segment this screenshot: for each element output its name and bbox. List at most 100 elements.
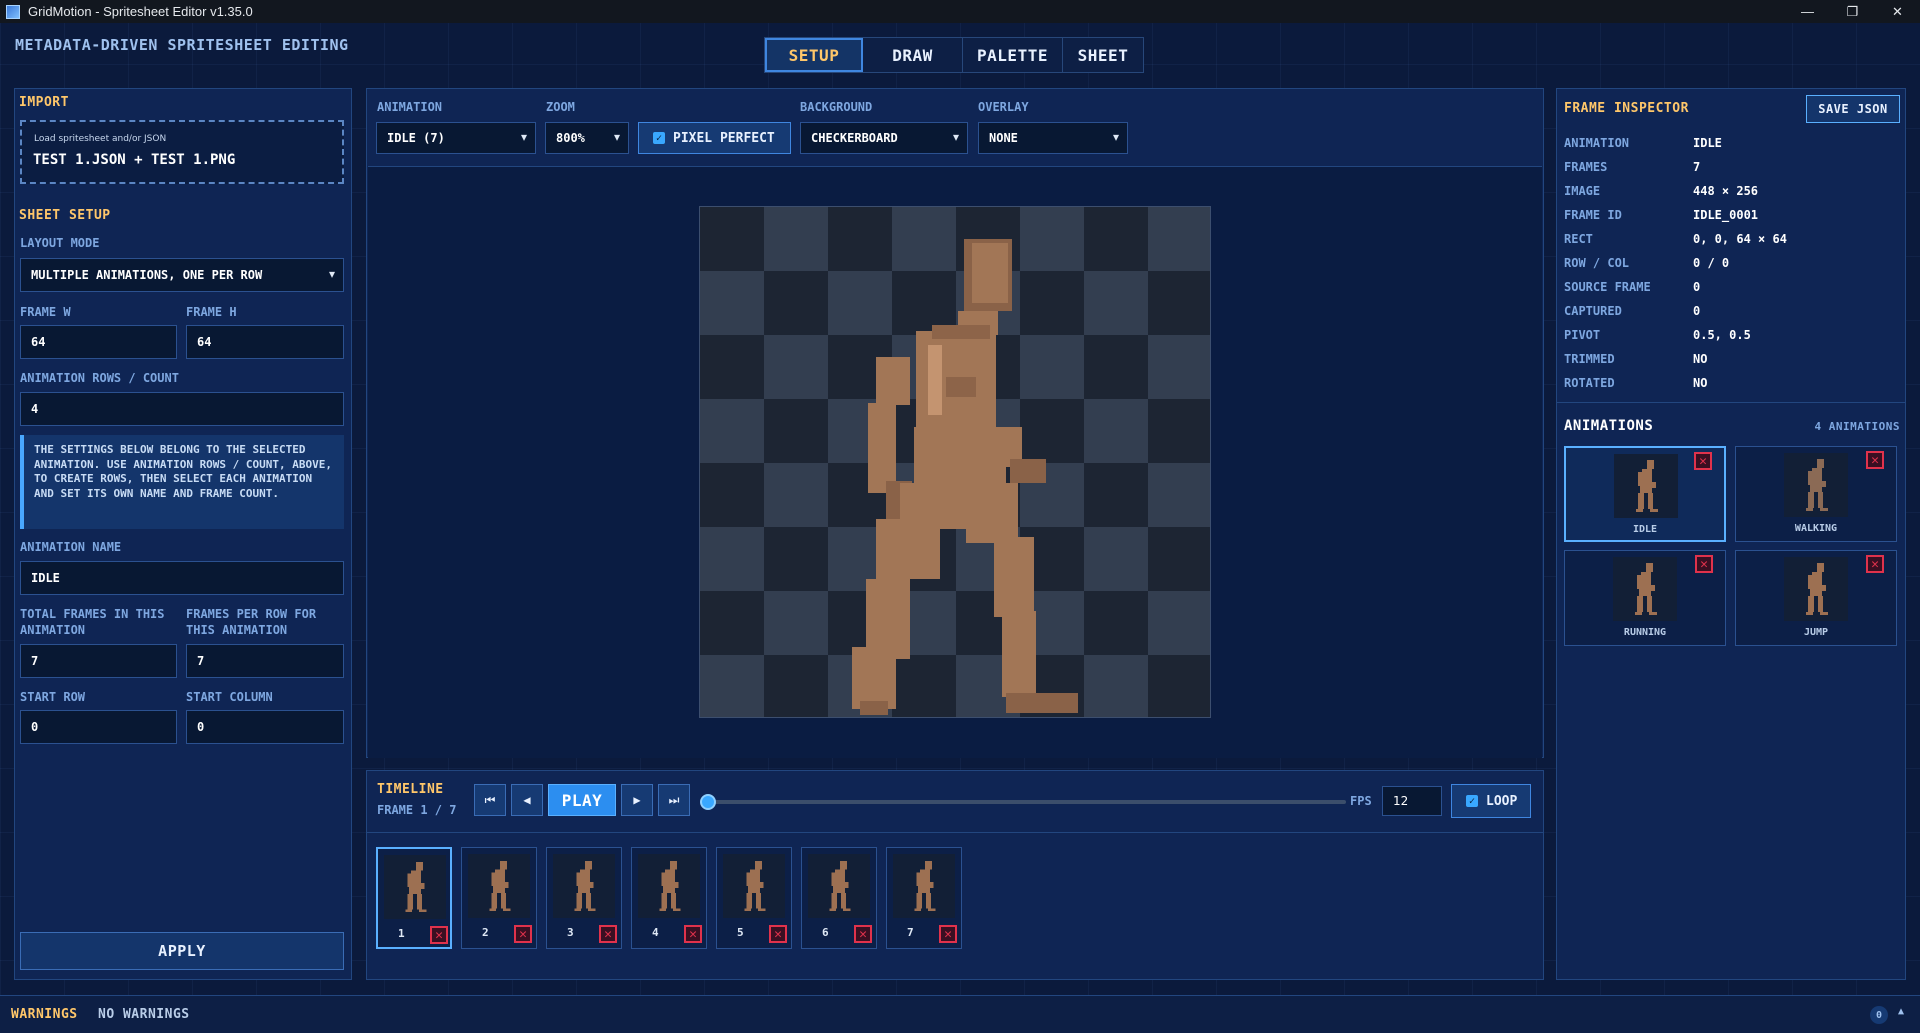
restore-button[interactable]: ❐ (1830, 0, 1875, 23)
frame-number: 6 (822, 926, 829, 939)
timeline-title: TIMELINE (377, 782, 444, 797)
inspector-value: 0 (1693, 304, 1701, 318)
frames-per-row-input[interactable]: 7 (186, 644, 344, 678)
frame-w-input[interactable]: 64 (20, 325, 177, 359)
sprite-preview-canvas[interactable] (699, 206, 1211, 718)
delete-animation-button[interactable]: ✕ (1866, 451, 1884, 469)
save-json-button[interactable]: SAVE JSON (1806, 95, 1900, 123)
overlay-value: NONE (989, 131, 1018, 145)
frame-thumbnail (553, 854, 615, 918)
delete-frame-button[interactable]: ✕ (939, 925, 957, 943)
sprite-figure (852, 239, 1078, 715)
minimize-button[interactable]: — (1785, 0, 1830, 23)
animation-rows-input[interactable]: 4 (20, 392, 344, 426)
delete-frame-button[interactable]: ✕ (514, 925, 532, 943)
pixel-perfect-toggle[interactable]: ✓ PIXEL PERFECT (638, 122, 791, 154)
main-tabs: SETUP DRAW PALETTE SHEET (764, 37, 1144, 73)
sprite-thumb-figure (1635, 563, 1657, 615)
layout-mode-select[interactable]: MULTIPLE ANIMATIONS, ONE PER ROW ▼ (20, 258, 344, 292)
timeline-frame[interactable]: 3 ✕ (546, 847, 622, 949)
zoom-select[interactable]: 800% ▼ (545, 122, 629, 154)
status-badge[interactable]: 0 (1870, 1006, 1888, 1024)
close-icon: ✕ (944, 926, 952, 942)
start-row-input[interactable]: 0 (20, 710, 177, 744)
chevron-down-icon: ▼ (520, 132, 527, 144)
delete-frame-button[interactable]: ✕ (769, 925, 787, 943)
inspector-key: PIVOT (1564, 328, 1601, 342)
sprite-thumb-figure (744, 860, 766, 912)
frame-h-input[interactable]: 64 (186, 325, 344, 359)
layout-mode-label: LAYOUT MODE (20, 236, 100, 250)
animation-thumbnail (1784, 453, 1848, 517)
timeline-frame[interactable]: 7 ✕ (886, 847, 962, 949)
tab-setup[interactable]: SETUP (765, 38, 863, 72)
background-select[interactable]: CHECKERBOARD ▼ (800, 122, 968, 154)
loop-toggle[interactable]: ✓ LOOP (1451, 784, 1531, 818)
start-row-label: START ROW (20, 690, 86, 704)
animation-card[interactable]: WALKING ✕ (1735, 446, 1897, 542)
timeline-frame[interactable]: 2 ✕ (461, 847, 537, 949)
timeline-frame[interactable]: 5 ✕ (716, 847, 792, 949)
fps-input[interactable]: 12 (1382, 786, 1442, 816)
overlay-select[interactable]: NONE ▼ (978, 122, 1128, 154)
animation-card-name: WALKING (1794, 523, 1838, 534)
settings-note: THE SETTINGS BELOW BELONG TO THE SELECTE… (20, 435, 344, 529)
close-button[interactable]: ✕ (1875, 0, 1920, 23)
last-frame-button[interactable]: ⏭ (658, 784, 690, 816)
timeline-slider-track[interactable] (706, 800, 1346, 804)
apply-button[interactable]: APPLY (20, 932, 344, 970)
background-value: CHECKERBOARD (811, 131, 898, 145)
frame-number: 5 (737, 926, 744, 939)
animation-card[interactable]: IDLE ✕ (1564, 446, 1726, 542)
inspector-value: 0.5, 0.5 (1693, 328, 1751, 342)
import-files: TEST 1.JSON + TEST 1.PNG (33, 152, 236, 168)
frame-thumbnail (808, 854, 870, 918)
step-back-icon: ◀ (523, 793, 531, 807)
inspector-value: 448 × 256 (1693, 184, 1759, 198)
chevron-down-icon: ▼ (1112, 132, 1119, 144)
chevron-down-icon: ▼ (952, 132, 959, 144)
close-icon: ✕ (689, 926, 697, 942)
start-column-input[interactable]: 0 (186, 710, 344, 744)
delete-frame-button[interactable]: ✕ (430, 926, 448, 944)
next-frame-button[interactable]: ▶ (621, 784, 653, 816)
tab-draw[interactable]: DRAW (863, 38, 963, 72)
sprite-thumb-figure (1636, 460, 1658, 512)
close-icon: ✕ (1699, 453, 1707, 469)
delete-frame-button[interactable]: ✕ (854, 925, 872, 943)
prev-frame-button[interactable]: ◀ (511, 784, 543, 816)
tab-palette[interactable]: PALETTE (963, 38, 1063, 72)
delete-animation-button[interactable]: ✕ (1694, 452, 1712, 470)
animation-thumbnail (1613, 557, 1677, 621)
timeline-frame[interactable]: 4 ✕ (631, 847, 707, 949)
animation-thumbnail (1784, 557, 1848, 621)
overlay-label: OVERLAY (978, 100, 1029, 114)
animation-card[interactable]: JUMP ✕ (1735, 550, 1897, 646)
total-frames-input[interactable]: 7 (20, 644, 177, 678)
tab-sheet[interactable]: SHEET (1063, 38, 1143, 72)
checkbox-checked-icon: ✓ (653, 132, 665, 144)
play-button[interactable]: PLAY (548, 784, 616, 816)
sheet-setup-title: SHEET SETUP (19, 208, 111, 223)
delete-frame-button[interactable]: ✕ (599, 925, 617, 943)
zoom-label: ZOOM (546, 100, 575, 114)
timeline-frame[interactable]: 1 ✕ (376, 847, 452, 949)
inspector-value: NO (1693, 376, 1708, 390)
first-frame-button[interactable]: ⏮ (474, 784, 506, 816)
import-dropzone[interactable]: Load spritesheet and/or JSON TEST 1.JSON… (20, 120, 344, 184)
close-icon: ✕ (519, 926, 527, 942)
delete-animation-button[interactable]: ✕ (1866, 555, 1884, 573)
animation-card[interactable]: RUNNING ✕ (1564, 550, 1726, 646)
chevron-up-icon[interactable]: ▲ (1898, 1006, 1904, 1017)
fps-label: FPS (1350, 794, 1372, 808)
timeline-slider-handle[interactable] (700, 794, 716, 810)
sprite-thumb-figure (574, 860, 596, 912)
close-icon: ✕ (859, 926, 867, 942)
checkbox-checked-icon: ✓ (1466, 795, 1478, 807)
animation-select[interactable]: IDLE (7) ▼ (376, 122, 536, 154)
timeline-frame[interactable]: 6 ✕ (801, 847, 877, 949)
delete-animation-button[interactable]: ✕ (1695, 555, 1713, 573)
delete-frame-button[interactable]: ✕ (684, 925, 702, 943)
animation-name-input[interactable]: IDLE (20, 561, 344, 595)
timeline-divider (366, 832, 1544, 833)
